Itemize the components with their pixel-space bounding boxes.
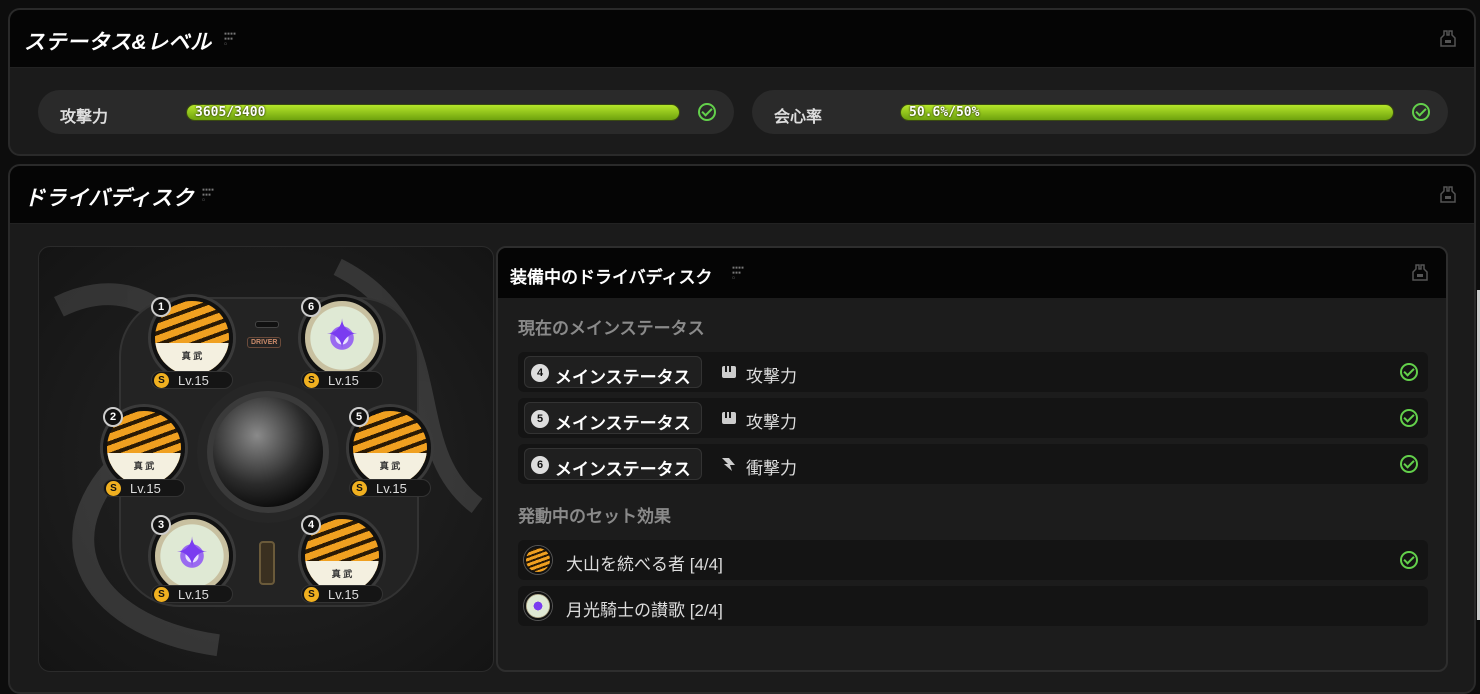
stat-label: 会心率 (774, 109, 823, 126)
corner-emblem-icon (1440, 30, 1456, 47)
driver-core-orb (207, 391, 329, 513)
disc-number: 1 (151, 297, 171, 317)
corner-emblem-icon (1412, 264, 1428, 281)
main-stat-row: 4 メインステータス 攻撃力 (518, 352, 1428, 392)
main-stat-label: メインステータス (555, 460, 691, 479)
main-stat-tag: 5 メインステータス (524, 402, 702, 434)
slot-number-icon: 4 (531, 364, 549, 382)
s-rank-icon: S (154, 587, 169, 602)
disc-level: Lv.15 (376, 481, 407, 496)
s-rank-icon: S (304, 587, 319, 602)
disk-panel-title: ドライバディスク (24, 187, 195, 210)
disc-level-badge: S Lv.15 (151, 371, 233, 389)
decorative-tag-icon: ▪▪▪▪ ▪▪▪ ▫ (202, 187, 215, 203)
decorative-tag-icon: ▪▪▪▪ ▪▪▪ ▫ (732, 265, 745, 281)
driver-plug (259, 541, 275, 585)
disk-panel-header: ドライバディスク ▪▪▪▪ ▪▪▪ ▫ (10, 166, 1474, 224)
main-stat-label: メインステータス (555, 368, 691, 387)
status-level-panel: ステータス&レベル ▪▪▪▪ ▪▪▪ ▫ 攻撃力 3605/3400 会心率 50.… (8, 8, 1476, 156)
impact-icon (722, 458, 735, 471)
main-stat-name: 攻撃力 (746, 413, 797, 432)
stat-value: 3605/3400 (195, 105, 266, 120)
set-effect-name: 月光騎士の讃歌 [2/4] (566, 601, 723, 620)
main-stat-label: メインステータス (555, 414, 691, 433)
check-icon (1400, 363, 1418, 381)
stat-value: 50.6%/50% (909, 105, 980, 120)
disc-number: 4 (301, 515, 321, 535)
stat-row-attack: 攻撃力 3605/3400 (38, 90, 734, 134)
disc-number: 6 (301, 297, 321, 317)
equipped-panel-header: 装備中のドライバディスク ▪▪▪▪ ▪▪▪ ▫ (498, 248, 1446, 298)
disc-level-badge: S Lv.15 (151, 585, 233, 603)
set-effect-section-label: 発動中のセット効果 (518, 507, 671, 526)
main-stat-row: 5 メインステータス 攻撃力 (518, 398, 1428, 438)
status-panel-header: ステータス&レベル ▪▪▪▪ ▪▪▪ ▫ (10, 10, 1474, 68)
main-stat-row: 6 メインステータス 衝撃力 (518, 444, 1428, 484)
disc-level: Lv.15 (328, 373, 359, 388)
stat-row-crit-rate: 会心率 50.6%/50% (752, 90, 1448, 134)
check-icon (1412, 103, 1430, 121)
equipped-panel-title: 装備中のドライバディスク (510, 268, 713, 287)
main-stat-tag: 6 メインステータス (524, 448, 702, 480)
s-rank-icon: S (154, 373, 169, 388)
set-effect-row: 大山を統べる者 [4/4] (518, 540, 1428, 580)
check-icon (698, 103, 716, 121)
check-icon (1400, 455, 1418, 473)
disc-level: Lv.15 (328, 587, 359, 602)
disc-layout-view: DRIVER 1 S Lv.15 6 S Lv.15 2 S Lv.15 5 S Lv.… (38, 246, 494, 672)
disc-level: Lv.15 (178, 373, 209, 388)
equipped-disks-panel: 装備中のドライバディスク ▪▪▪▪ ▪▪▪ ▫ 現在のメインステータス 4 メインステ… (496, 246, 1448, 672)
drive-disk-panel: ドライバディスク ▪▪▪▪▪▪▪▫ DRIVER 1 S Lv.15 6 S Lv.… (8, 164, 1476, 694)
set-effect-name: 大山を統べる者 [4/4] (566, 555, 723, 574)
fist-icon (722, 366, 736, 378)
disc-level-badge: S Lv.15 (349, 479, 431, 497)
slot-number-icon: 5 (531, 410, 549, 428)
disc-number: 5 (349, 407, 369, 427)
stat-progress-bar: 3605/3400 (186, 104, 680, 121)
disc-level-badge: S Lv.15 (103, 479, 185, 497)
s-rank-icon: S (106, 481, 121, 496)
s-rank-icon: S (352, 481, 367, 496)
disc-level-badge: S Lv.15 (301, 371, 383, 389)
disc-number: 3 (151, 515, 171, 535)
driver-label: DRIVER (247, 337, 282, 348)
driver-slot-notch (255, 321, 279, 328)
set-disc-icon (524, 592, 552, 620)
main-stat-name: 衝撃力 (746, 459, 797, 478)
set-effect-row: 月光騎士の讃歌 [2/4] (518, 586, 1428, 626)
main-stat-tag: 4 メインステータス (524, 356, 702, 388)
disc-level: Lv.15 (178, 587, 209, 602)
stat-label: 攻撃力 (60, 109, 109, 126)
s-rank-icon: S (304, 373, 319, 388)
disc-level-badge: S Lv.15 (301, 585, 383, 603)
fist-icon (722, 412, 736, 424)
main-stat-name: 攻撃力 (746, 367, 797, 386)
check-icon (1400, 409, 1418, 427)
corner-emblem-icon (1440, 186, 1456, 203)
check-icon (1400, 551, 1418, 569)
disc-level: Lv.15 (130, 481, 161, 496)
slot-number-icon: 6 (531, 456, 549, 474)
disc-number: 2 (103, 407, 123, 427)
decorative-tag-icon: ▪▪▪▪ ▪▪▪ ▫ (224, 31, 237, 47)
set-disc-icon (524, 546, 552, 574)
main-stat-section-label: 現在のメインステータス (518, 319, 705, 338)
status-panel-title: ステータス&レベル (24, 31, 212, 54)
stat-progress-bar: 50.6%/50% (900, 104, 1394, 121)
